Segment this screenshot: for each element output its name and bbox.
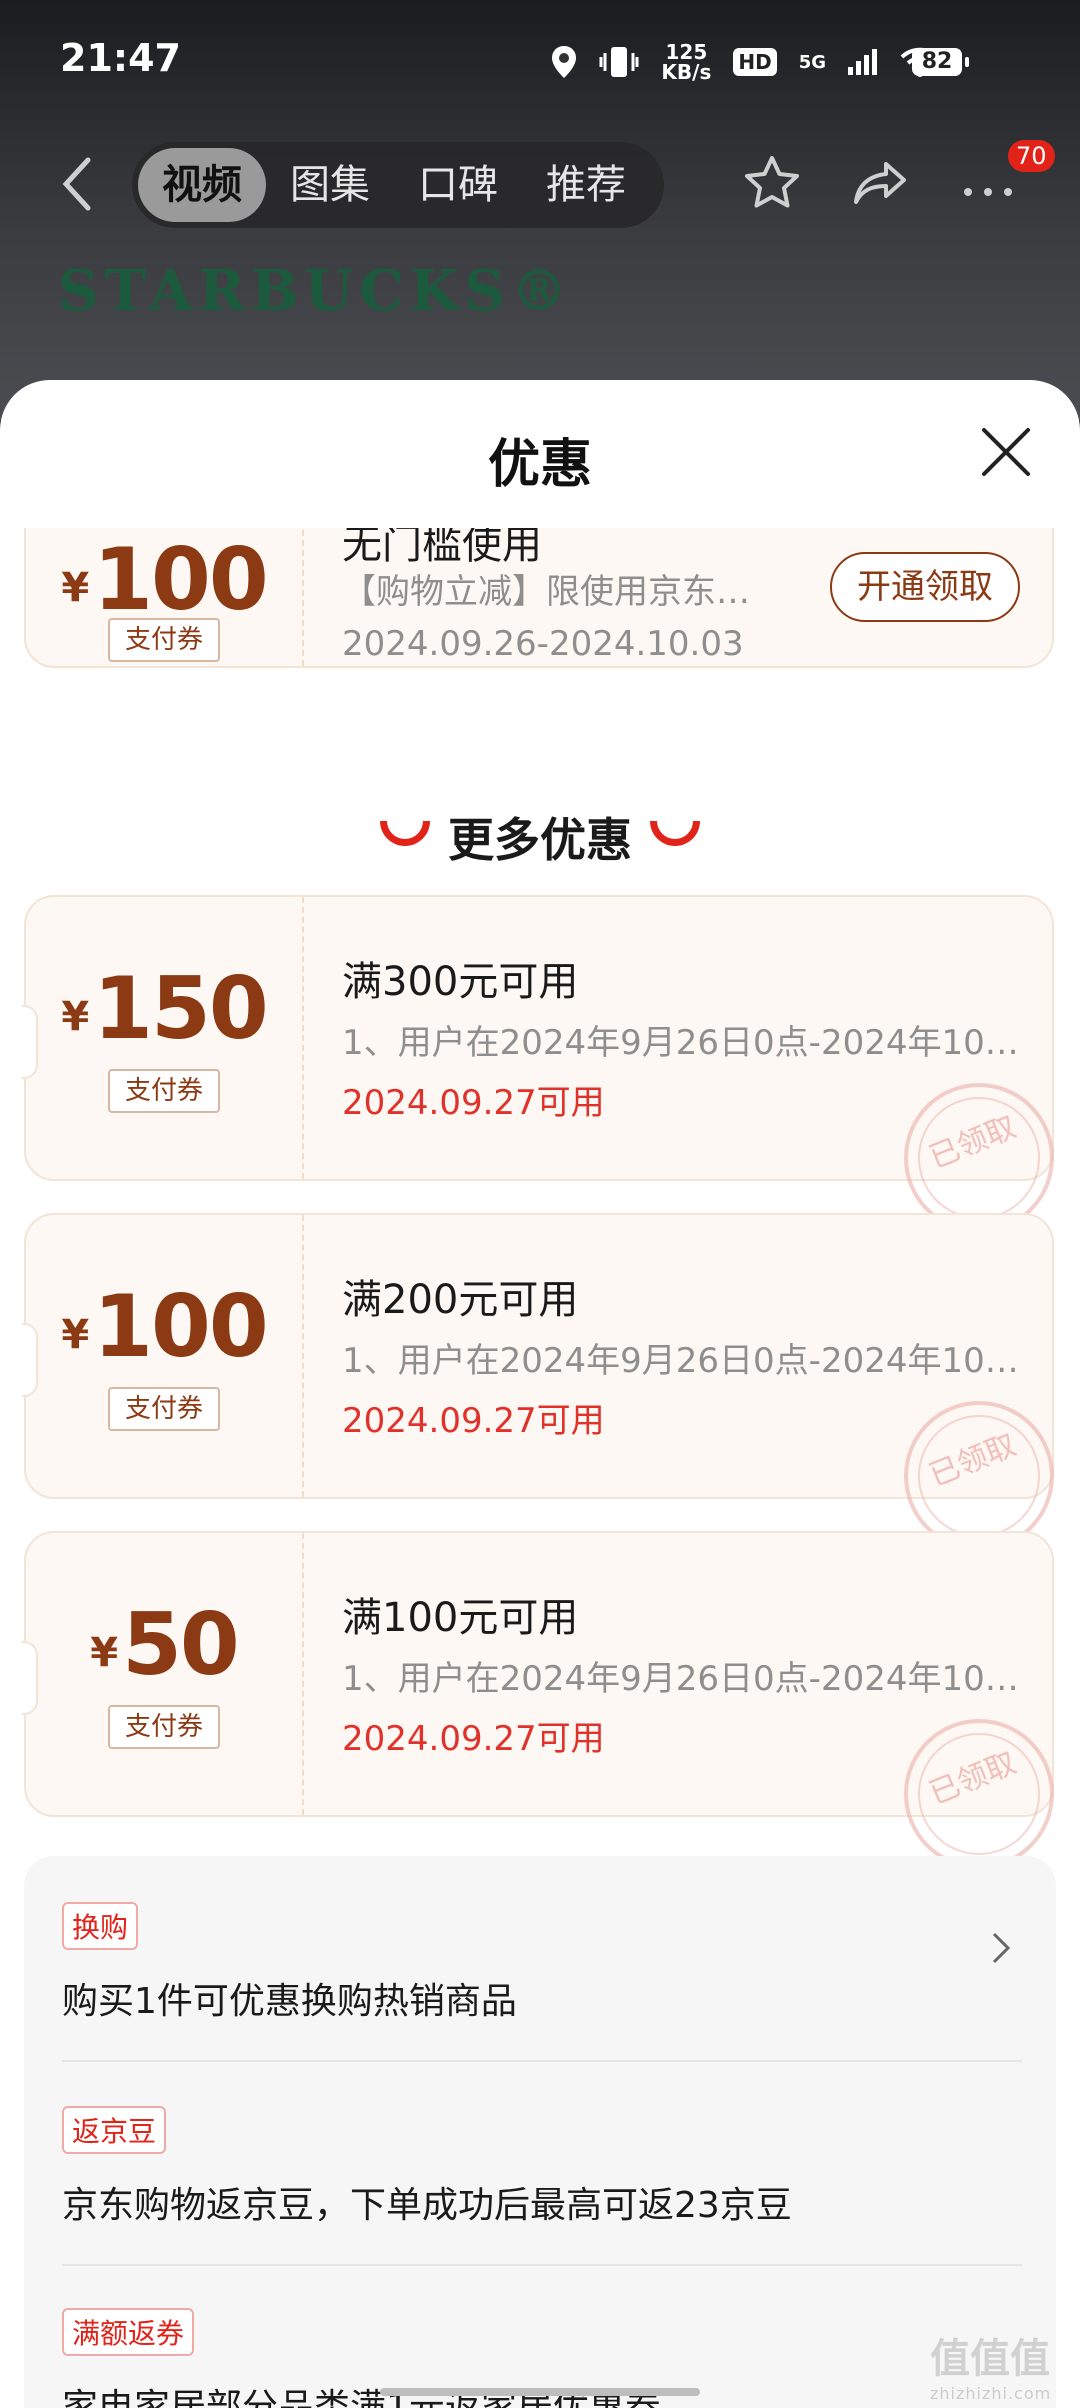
network-speed: 125 KB/s: [661, 42, 711, 82]
promotion-trade-in[interactable]: 换购 购买1件可优惠换购热销商品: [62, 1902, 1022, 2024]
coupon-amount: ¥100: [26, 530, 302, 630]
battery-indicator: 82: [912, 48, 969, 76]
close-icon[interactable]: [978, 424, 1034, 480]
amount-value: 100: [93, 1277, 269, 1377]
home-indicator[interactable]: [380, 2388, 700, 2396]
coupon-desc: 1、用户在2024年9月26日0点-2024年10月3日: [342, 1341, 1022, 1381]
chevron-right-icon[interactable]: [990, 1930, 1012, 1966]
coupon-validity: 2024.09.27可用: [342, 1083, 605, 1123]
coupon-card[interactable]: ¥50 支付券 满100元可用 1、用户在2024年9月26日0点-2024年1…: [22, 1531, 1077, 1892]
divider: [62, 2060, 1022, 2062]
coupon-left-panel: ¥100 支付券: [26, 528, 304, 666]
smile-right-icon: [650, 821, 700, 846]
coupon-title: 满300元可用: [342, 959, 579, 1005]
amount-value: 150: [93, 959, 269, 1059]
coupon-amount: ¥50: [26, 1595, 302, 1695]
tab-recommend[interactable]: 推荐: [522, 148, 650, 222]
activate-claim-button[interactable]: 开通领取: [830, 552, 1020, 622]
watermark-url: zhizhizhi.com: [930, 2384, 1052, 2403]
promotions-panel: 换购 购买1件可优惠换购热销商品 返京豆 京东购物返京豆，下单成功后最高可返23…: [24, 1856, 1056, 2408]
promotion-tag: 返京豆: [62, 2106, 167, 2154]
coupon-type-tag: 支付券: [108, 1705, 220, 1749]
message-count-badge: 70: [1008, 140, 1055, 172]
coupon-validity: 2024.09.27可用: [342, 1401, 605, 1441]
currency-symbol: ¥: [61, 565, 90, 611]
coupon-left-panel: ¥100 支付券: [26, 1215, 304, 1497]
share-icon[interactable]: [848, 152, 912, 216]
coupon-type-tag: 支付券: [108, 618, 220, 662]
favorite-star-icon[interactable]: [740, 152, 804, 216]
coupon-title: 满100元可用: [342, 1595, 579, 1641]
coupon-desc: 1、用户在2024年9月26日0点-2024年10月3日: [342, 1659, 1022, 1699]
location-icon: [552, 46, 577, 78]
coupon-sheet: 优惠 ¥100 支付券 无门槛使用 【购物立减】限使用京东支付 2024.09.…: [0, 380, 1080, 2408]
coupon-card-top: ¥100 支付券 无门槛使用 【购物立减】限使用京东支付 2024.09.26-…: [24, 528, 1054, 668]
more-offers-label: 更多优惠: [448, 813, 632, 867]
amount-value: 100: [93, 530, 269, 630]
currency-symbol: ¥: [90, 1630, 119, 1676]
back-arrow-icon[interactable]: [54, 154, 100, 214]
media-tabs: 视频 图集 口碑 推荐: [132, 142, 664, 228]
watermark: 值值值 zhizhizhi.com: [930, 2326, 1051, 2403]
promotion-jd-beans[interactable]: 返京豆 京东购物返京豆，下单成功后最高可返23京豆: [62, 2106, 1022, 2228]
coupon-left-panel: ¥150 支付券: [26, 897, 304, 1179]
speed-unit: KB/s: [661, 60, 712, 84]
coupon-left-panel: ¥50 支付券: [26, 1533, 304, 1815]
coupon-validity: 2024.09.27可用: [342, 1719, 605, 1759]
status-time: 21:47: [60, 36, 181, 80]
vibrate-icon: [599, 47, 639, 77]
tab-gallery[interactable]: 图集: [266, 148, 394, 222]
coupon-type-tag: 支付券: [108, 1387, 220, 1431]
speed-value: 125: [665, 40, 708, 64]
promotion-text: 购买1件可优惠换购热销商品: [62, 1981, 517, 2022]
coupon-amount: ¥150: [26, 959, 302, 1059]
promotion-tag: 换购: [62, 1902, 139, 1950]
tab-video[interactable]: 视频: [138, 148, 266, 222]
more-offers-heading: 更多优惠: [0, 804, 1080, 870]
watermark-text: 值值值: [930, 2336, 1050, 2382]
promotion-text: 京东购物返京豆，下单成功后最高可返23京豆: [62, 2185, 792, 2226]
network-type: 5G: [798, 51, 826, 73]
status-icons: 125 KB/s HD 5G: [551, 42, 940, 82]
hd-badge: HD: [733, 48, 777, 76]
brand-logo-text: STARBUCKS®: [58, 258, 573, 324]
coupon-title: 满200元可用: [342, 1277, 579, 1323]
coupon-type-tag: 支付券: [108, 1069, 220, 1113]
sheet-title: 优惠: [487, 435, 592, 495]
status-bar: 21:47 125 KB/s HD 5G 82: [0, 0, 1080, 120]
coupon-validity: 2024.09.26-2024.10.03: [342, 624, 744, 664]
currency-symbol: ¥: [61, 994, 90, 1040]
divider: [62, 2264, 1022, 2266]
currency-symbol: ¥: [61, 1312, 90, 1358]
signal-icon: [848, 49, 877, 75]
coupon-desc: 1、用户在2024年9月26日0点-2024年10月3日: [342, 1023, 1022, 1063]
product-nav-bar: 视频 图集 口碑 推荐 70: [0, 140, 1080, 230]
coupon-card[interactable]: ¥150 支付券 满300元可用 1、用户在2024年9月26日0点-2024年…: [22, 895, 1077, 1256]
coupon-card[interactable]: ¥100 支付券 满200元可用 1、用户在2024年9月26日0点-2024年…: [22, 1213, 1077, 1574]
promotion-tag: 满额返券: [62, 2308, 195, 2356]
smile-left-icon: [380, 821, 430, 846]
coupon-desc: 【购物立减】限使用京东支付: [342, 572, 782, 612]
amount-value: 50: [122, 1595, 240, 1695]
coupon-list-scroll[interactable]: ¥100 支付券 无门槛使用 【购物立减】限使用京东支付 2024.09.26-…: [0, 528, 1080, 2408]
tab-reviews[interactable]: 口碑: [394, 148, 522, 222]
coupon-amount: ¥100: [26, 1277, 302, 1377]
